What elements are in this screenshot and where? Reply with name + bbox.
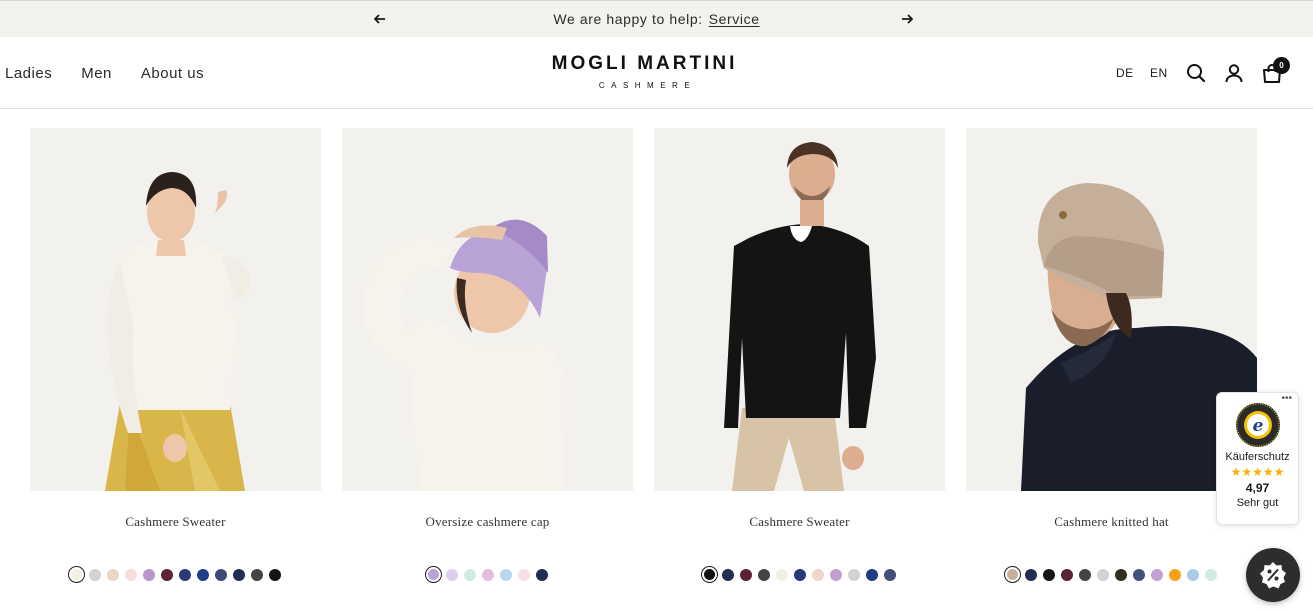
color-swatches [966,569,1257,581]
trusted-shops-badge[interactable]: ••• e Käuferschutz ★★★★★ 4,97 Sehr gut [1216,392,1299,525]
color-swatch[interactable] [722,569,734,581]
color-swatch[interactable] [704,569,715,580]
color-swatch[interactable] [1043,569,1055,581]
account-icon[interactable] [1223,62,1245,84]
product-card[interactable]: Cashmere Sweater [30,128,321,581]
announcement-bar: We are happy to help: Service [0,0,1313,37]
color-swatch[interactable] [518,569,530,581]
color-swatch[interactable] [1097,569,1109,581]
color-swatch[interactable] [758,569,770,581]
language-en[interactable]: EN [1150,66,1168,80]
color-swatch[interactable] [1115,569,1127,581]
color-swatch[interactable] [1205,569,1217,581]
color-swatch[interactable] [830,569,842,581]
color-swatch[interactable] [215,569,227,581]
color-swatch[interactable] [1151,569,1163,581]
color-swatch[interactable] [1187,569,1199,581]
color-swatch[interactable] [464,569,476,581]
site-header: Ladies Men About us MOGLI MARTINI CASHME… [0,37,1313,109]
color-swatch[interactable] [251,569,263,581]
color-swatch[interactable] [740,569,752,581]
product-image[interactable] [966,128,1257,491]
announcement-message: We are happy to help: Service [0,11,1313,27]
color-swatches [654,569,945,581]
color-swatch[interactable] [446,569,458,581]
color-swatch[interactable] [269,569,281,581]
color-swatch[interactable] [812,569,824,581]
language-de[interactable]: DE [1116,66,1134,80]
product-card[interactable]: Cashmere knitted hat [966,128,1257,581]
color-swatch[interactable] [179,569,191,581]
search-icon[interactable] [1185,62,1207,84]
rating-score: 4,97 [1245,481,1270,495]
svg-text:e: e [1252,416,1263,436]
color-swatch[interactable] [776,569,788,581]
product-title[interactable]: Cashmere Sweater [30,514,321,530]
color-swatch[interactable] [161,569,173,581]
color-swatches [30,569,321,581]
color-swatch[interactable] [107,569,119,581]
cart-icon[interactable]: 0 [1261,57,1290,84]
trusted-shops-seal-icon: e [1235,402,1281,448]
cart-count-badge: 0 [1273,57,1290,74]
color-swatch[interactable] [884,569,896,581]
product-title[interactable]: Oversize cashmere cap [342,514,633,530]
color-swatch[interactable] [1025,569,1037,581]
more-dots-icon[interactable]: ••• [1281,393,1292,404]
color-swatch[interactable] [1133,569,1145,581]
color-swatch[interactable] [71,569,82,580]
color-swatch[interactable] [143,569,155,581]
product-image[interactable] [654,128,945,491]
product-image[interactable] [342,128,633,491]
color-swatch[interactable] [482,569,494,581]
color-swatch[interactable] [866,569,878,581]
color-swatch[interactable] [500,569,512,581]
color-swatch[interactable] [1061,569,1073,581]
product-title[interactable]: Cashmere Sweater [654,514,945,530]
color-swatches [342,569,633,581]
color-swatch[interactable] [536,569,548,581]
color-swatch[interactable] [794,569,806,581]
color-swatch[interactable] [1079,569,1091,581]
percent-badge-icon[interactable] [1246,548,1300,602]
product-title[interactable]: Cashmere knitted hat [966,514,1257,530]
color-swatch[interactable] [233,569,245,581]
color-swatch[interactable] [1169,569,1181,581]
color-swatch[interactable] [125,569,137,581]
brand-logo[interactable]: MOGLI MARTINI CASHMERE [0,53,1289,90]
logo-wordmark: MOGLI MARTINI [551,53,738,74]
color-swatch[interactable] [428,569,439,580]
product-image[interactable] [30,128,321,491]
buyer-protection-label: Käuferschutz [1225,451,1290,463]
color-swatch[interactable] [1007,569,1018,580]
logo-subline: CASHMERE [598,81,697,90]
color-swatch[interactable] [848,569,860,581]
color-swatch[interactable] [89,569,101,581]
rating-grade: Sehr gut [1236,497,1279,509]
product-card[interactable]: Oversize cashmere cap [342,128,633,581]
product-card[interactable]: Cashmere Sweater [654,128,945,581]
color-swatch[interactable] [197,569,209,581]
arrow-right-icon[interactable] [897,9,917,29]
rating-stars: ★★★★★ [1230,465,1285,479]
service-link[interactable]: Service [709,11,760,27]
announcement-text: We are happy to help: [553,11,703,27]
